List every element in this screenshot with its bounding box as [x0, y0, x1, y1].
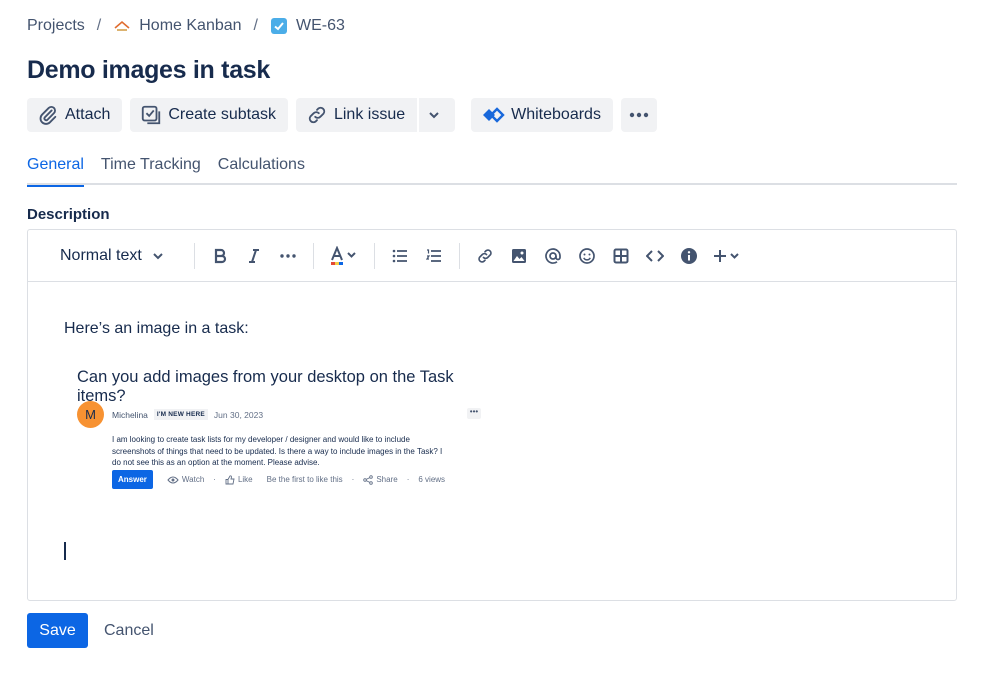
- toolbar-divider: [193, 242, 195, 269]
- editor-content[interactable]: Here’s an image in a task: Can you add i…: [28, 282, 956, 600]
- bullet-list-icon: [392, 249, 407, 262]
- embed-answer-button: Answer: [112, 470, 153, 489]
- italic-icon: [248, 248, 259, 263]
- create-subtask-button[interactable]: Create subtask: [130, 98, 288, 132]
- italic-button[interactable]: [239, 240, 269, 272]
- insert-more-button[interactable]: [708, 240, 746, 272]
- text-cursor: [64, 542, 66, 560]
- embed-body: I am looking to create task lists for my…: [112, 435, 443, 467]
- cancel-button[interactable]: Cancel: [96, 613, 162, 648]
- more-icon: [629, 112, 649, 118]
- link-icon: [308, 106, 326, 124]
- more-icon: [280, 253, 296, 258]
- subtask-icon: [142, 105, 161, 125]
- embed-more-icon: •••: [467, 408, 481, 419]
- mention-button[interactable]: [538, 240, 568, 272]
- embed-badge: I'M NEW HERE: [153, 409, 208, 420]
- embed-separator: ·: [406, 475, 410, 484]
- chevron-down-icon: [153, 252, 163, 259]
- info-panel-button[interactable]: [674, 240, 704, 272]
- tab-general[interactable]: General: [27, 156, 84, 187]
- image-icon: [511, 248, 526, 263]
- task-type-icon: [270, 17, 288, 35]
- text-color-button[interactable]: [324, 240, 364, 272]
- text-style-dropdown[interactable]: Normal text: [50, 240, 174, 272]
- embed-like-label: Like: [237, 475, 253, 484]
- link-issue-button[interactable]: Link issue: [295, 98, 418, 132]
- bullet-list-button[interactable]: [385, 240, 415, 272]
- info-icon: [680, 247, 697, 264]
- page-title[interactable]: Demo images in task: [27, 56, 270, 85]
- create-subtask-label: Create subtask: [168, 106, 276, 123]
- numbered-list-button[interactable]: [419, 240, 449, 272]
- chevron-down-icon: [429, 112, 439, 119]
- breadcrumb-separator: /: [253, 17, 258, 34]
- project-avatar-icon: [113, 17, 131, 35]
- text-color-icon: [330, 245, 356, 265]
- whiteboards-label: Whiteboards: [511, 106, 601, 123]
- description-editor: Normal text Here’s an image in a task: C…: [27, 229, 957, 601]
- mention-icon: [544, 247, 561, 264]
- eye-icon: [167, 476, 179, 483]
- more-formatting-button[interactable]: [273, 240, 303, 272]
- embed-share: Share: [363, 474, 398, 485]
- link-icon: [478, 248, 492, 263]
- breadcrumb: Projects / Home Kanban / WE-63: [27, 17, 345, 35]
- embed-like: Like: [225, 474, 253, 485]
- tab-calculations[interactable]: Calculations: [218, 156, 305, 185]
- embedded-screenshot: Can you add images from your desktop on …: [77, 368, 497, 508]
- insert-link-button[interactable]: [470, 240, 500, 272]
- embed-separator: ·: [213, 475, 216, 484]
- table-icon: [613, 248, 629, 263]
- paperclip-icon: [39, 105, 57, 125]
- embed-actions: Answer Watch · Like Be the first to like…: [112, 470, 445, 489]
- embed-share-label: Share: [376, 475, 398, 484]
- embed-watch: Watch: [167, 475, 204, 484]
- embed-date: Jun 30, 2023: [213, 409, 264, 420]
- toolbar-divider: [312, 242, 314, 269]
- text-style-label: Normal text: [60, 246, 142, 264]
- link-issue-dropdown-button[interactable]: [419, 98, 456, 132]
- code-icon: [645, 249, 664, 262]
- save-button[interactable]: Save: [27, 613, 88, 648]
- attach-button[interactable]: Attach: [27, 98, 123, 132]
- embed-views: 6 views: [418, 475, 446, 484]
- tab-bar: General Time Tracking Calculations: [27, 156, 957, 187]
- embed-author: Michelina: [112, 409, 148, 420]
- numbered-list-icon: [425, 248, 441, 262]
- breadcrumb-issue-key[interactable]: WE-63: [296, 17, 345, 35]
- embed-separator: ·: [351, 475, 355, 484]
- description-paragraph: Here’s an image in a task:: [64, 320, 249, 337]
- link-issue-label: Link issue: [333, 106, 406, 123]
- more-actions-button[interactable]: [620, 98, 657, 132]
- breadcrumb-projects[interactable]: Projects: [27, 17, 85, 35]
- table-button[interactable]: [606, 240, 636, 272]
- tab-time-tracking[interactable]: Time Tracking: [101, 156, 201, 185]
- whiteboards-button[interactable]: Whiteboards: [471, 98, 613, 132]
- breadcrumb-separator: /: [96, 17, 102, 34]
- embed-meta: M Michelina I'M NEW HERE Jun 30, 2023 ••…: [77, 401, 481, 428]
- embed-watch-label: Watch: [181, 475, 205, 484]
- emoji-icon: [578, 247, 595, 264]
- code-button[interactable]: [640, 240, 670, 272]
- issue-action-toolbar: Attach Create subtask Link issue Whitebo…: [27, 98, 665, 132]
- thumbs-up-icon: [225, 474, 235, 484]
- toolbar-divider: [373, 242, 375, 269]
- whiteboards-icon: [483, 107, 505, 123]
- toolbar-divider: [458, 242, 460, 269]
- breadcrumb-project[interactable]: Home Kanban: [139, 17, 241, 35]
- avatar: M: [77, 401, 104, 428]
- share-icon: [363, 474, 374, 485]
- insert-image-button[interactable]: [504, 240, 534, 272]
- emoji-button[interactable]: [572, 240, 602, 272]
- bold-button[interactable]: [205, 240, 235, 272]
- plus-icon: [713, 249, 739, 262]
- description-label: Description: [27, 206, 110, 223]
- editor-toolbar: Normal text: [28, 230, 956, 282]
- bold-icon: [214, 248, 226, 263]
- attach-label: Attach: [65, 106, 111, 123]
- embed-first-like: Be the first to like this: [266, 475, 343, 484]
